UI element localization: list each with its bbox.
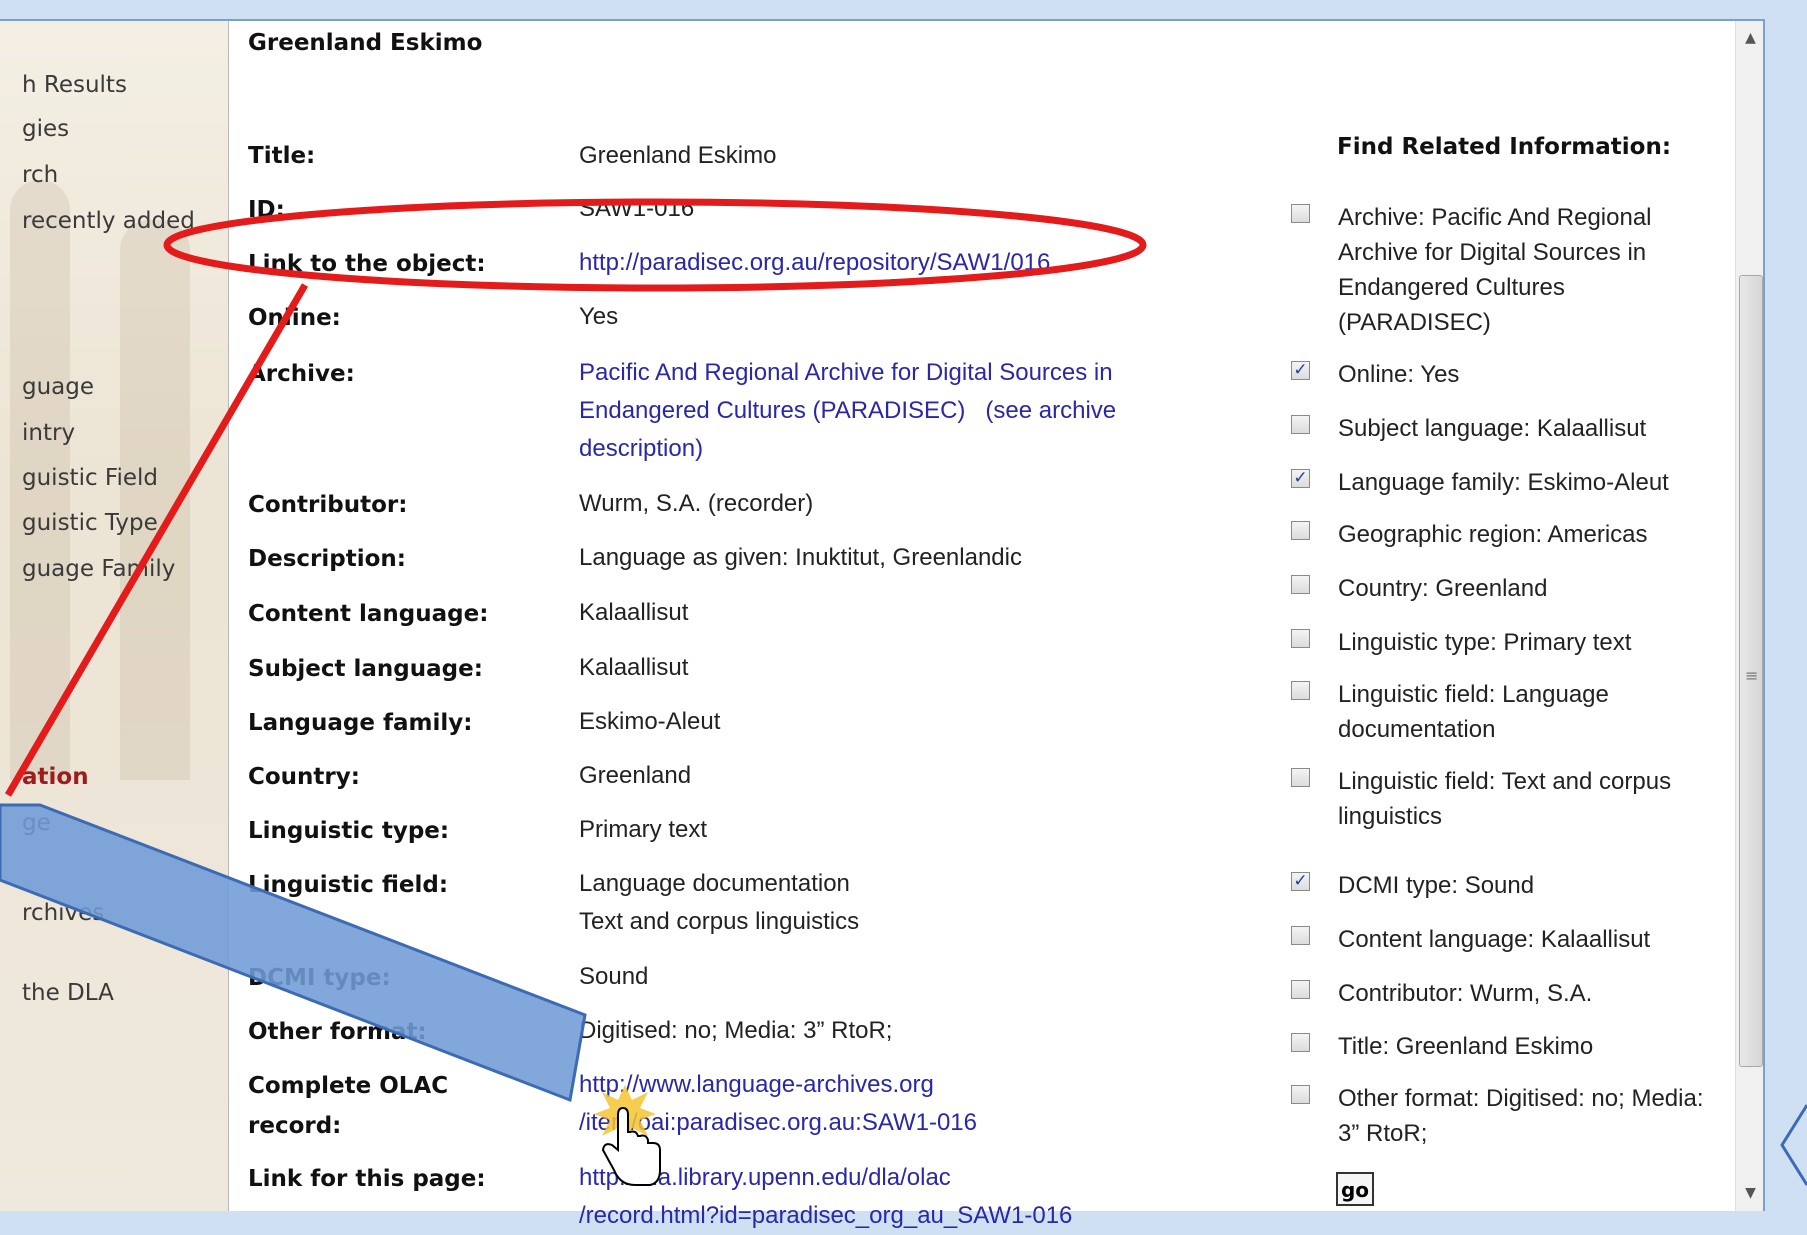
field-label-id: ID: <box>248 197 285 223</box>
field-label-other-format: Other format: <box>248 1019 427 1045</box>
related-item-label: Subject language: Kalaallisut <box>1338 415 1647 442</box>
checkmark-icon: ✓ <box>1293 360 1308 380</box>
sidebar-item-linguistic-field[interactable]: guistic Field <box>22 465 158 491</box>
field-label-link-page: Link for this page: <box>248 1166 486 1192</box>
field-value-id: SAW1-016 <box>579 195 695 222</box>
field-value-language-family: Eskimo-Aleut <box>579 708 721 735</box>
field-label-title: Title: <box>248 143 316 169</box>
related-item-label: Geographic region: Americas <box>1338 521 1648 548</box>
related-checkbox-subject-language[interactable] <box>1291 415 1310 434</box>
checkmark-icon: ✓ <box>1293 468 1308 488</box>
related-checkbox-title[interactable] <box>1291 1033 1310 1052</box>
related-item-label: Online: Yes <box>1338 361 1460 388</box>
field-value-contributor: Wurm, S.A. (recorder) <box>579 490 814 517</box>
field-value-title: Greenland Eskimo <box>579 142 777 169</box>
background-pillar <box>120 220 190 780</box>
related-checkbox-content-language[interactable] <box>1291 926 1310 945</box>
field-value-country: Greenland <box>579 762 692 789</box>
related-checkbox-dcmi-type[interactable]: ✓ <box>1291 872 1310 891</box>
scrollbar-thumb[interactable]: ≡ <box>1739 275 1763 1067</box>
related-item-label: Archive: Pacific And Regional Archive fo… <box>1338 204 1652 336</box>
field-label-complete-olac-line2: record: <box>248 1113 342 1139</box>
field-label-content-language: Content language: <box>248 601 489 627</box>
related-checkbox-linguistic-field-tcl[interactable] <box>1291 768 1310 787</box>
field-label-link-object: Link to the object: <box>248 251 486 277</box>
field-label-linguistic-type: Linguistic type: <box>248 818 450 844</box>
down-arrow-icon[interactable]: ▼ <box>1736 1175 1765 1211</box>
field-value-dcmi-type: Sound <box>579 963 649 990</box>
up-arrow-icon[interactable]: ▲ <box>1736 20 1765 56</box>
chevron-left-icon <box>1780 1104 1807 1186</box>
field-label-country: Country: <box>248 764 360 790</box>
related-checkbox-linguistic-field-ld[interactable] <box>1291 681 1310 700</box>
page-title: Greenland Eskimo <box>248 30 483 56</box>
vertical-scrollbar[interactable]: ▲ ≡ ▼ <box>1735 20 1765 1211</box>
record-window: Greenland Eskimo Title: Greenland Eskimo… <box>228 20 1765 1229</box>
field-value-description: Language as given: Inuktitut, Greenlandi… <box>579 544 1022 571</box>
sidebar-item-language-family[interactable]: guage Family <box>22 556 175 582</box>
field-label-online: Online: <box>248 305 341 331</box>
related-item-label: Title: Greenland Eskimo <box>1338 1033 1594 1060</box>
sidebar-item-active[interactable]: ation <box>22 764 89 790</box>
field-value-content-language: Kalaallisut <box>579 599 689 626</box>
sidebar-item-archives[interactable]: rchives <box>22 900 104 926</box>
related-item-label: Linguistic type: Primary text <box>1338 629 1632 656</box>
field-value-linguistic-field-2: Text and corpus linguistics <box>579 908 860 935</box>
field-value-subject-language: Kalaallisut <box>579 654 689 681</box>
grip-icon: ≡ <box>1745 666 1759 685</box>
sidebar-item-country[interactable]: intry <box>22 420 75 446</box>
field-label-archive: Archive: <box>248 361 355 387</box>
related-checkbox-online[interactable]: ✓ <box>1291 361 1310 380</box>
field-label-dcmi-type: DCMI type: <box>248 965 391 991</box>
field-label-language-family: Language family: <box>248 710 473 736</box>
related-checkbox-archive[interactable] <box>1291 204 1310 223</box>
page-link-line1[interactable]: http://dla.library.upenn.edu/dla/olac <box>579 1159 1189 1197</box>
related-item-label: Other format: Digitised: no; Media: 3” R… <box>1338 1085 1704 1147</box>
related-info-title: Find Related Information: <box>1337 134 1672 160</box>
checkmark-icon: ✓ <box>1293 871 1308 891</box>
field-label-description: Description: <box>248 546 406 572</box>
related-checkbox-contributor[interactable] <box>1291 980 1310 999</box>
sidebar-item-search[interactable]: rch <box>22 162 58 188</box>
field-label-contributor: Contributor: <box>248 492 408 518</box>
olac-record-link-line2[interactable]: /item/oai:paradisec.org.au:SAW1-016 <box>579 1104 1189 1142</box>
related-checkbox-country[interactable] <box>1291 575 1310 594</box>
field-label-complete-olac: Complete OLAC record: <box>248 1066 448 1146</box>
sidebar-item-language-2[interactable]: ge <box>22 810 51 836</box>
field-label-complete-olac-line1: Complete OLAC <box>248 1073 449 1099</box>
sidebar-item-about-dla[interactable]: the DLA <box>22 980 114 1006</box>
related-item-label: DCMI type: Sound <box>1338 872 1535 899</box>
frame-border <box>0 19 1765 21</box>
link-to-object[interactable]: http://paradisec.org.au/repository/SAW1/… <box>579 249 1050 276</box>
go-button[interactable]: go <box>1336 1172 1374 1206</box>
sidebar: h Results gies rch recently added guage … <box>0 20 228 1211</box>
sidebar-item-recently-added[interactable]: recently added <box>22 208 195 234</box>
field-value-linguistic-type: Primary text <box>579 816 708 843</box>
related-item-label: Content language: Kalaallisut <box>1338 926 1651 953</box>
related-item-label: Language family: Eskimo-Aleut <box>1338 469 1669 496</box>
related-item-label: Contributor: Wurm, S.A. <box>1338 980 1593 1007</box>
field-value-online: Yes <box>579 303 619 330</box>
sidebar-item-language[interactable]: guage <box>22 374 94 400</box>
field-value-other-format: Digitised: no; Media: 3” RtoR; <box>579 1017 893 1044</box>
olac-record-link-line1[interactable]: http://www.language-archives.org <box>579 1066 1189 1104</box>
sidebar-item-linguistic-type[interactable]: guistic Type <box>22 510 158 536</box>
field-label-subject-language: Subject language: <box>248 656 483 682</box>
related-checkbox-language-family[interactable]: ✓ <box>1291 469 1310 488</box>
related-checkbox-other-format[interactable] <box>1291 1085 1310 1104</box>
related-item-label: Linguistic field: Language documentation <box>1338 681 1609 743</box>
related-checkbox-linguistic-type[interactable] <box>1291 629 1310 648</box>
page-link-line2[interactable]: /record.html?id=paradisec_org_au_SAW1-01… <box>579 1197 1189 1235</box>
sidebar-item-results[interactable]: h Results <box>22 72 127 98</box>
field-label-linguistic-field: Linguistic field: <box>248 872 449 898</box>
field-value-linguistic-field-1: Language documentation <box>579 870 850 897</box>
related-checkbox-geographic-region[interactable] <box>1291 521 1310 540</box>
related-item-label: Country: Greenland <box>1338 575 1548 602</box>
related-item-label: Linguistic field: Text and corpus lingui… <box>1338 768 1672 830</box>
frame-border <box>1763 19 1765 1211</box>
sidebar-item-strategies[interactable]: gies <box>22 116 69 142</box>
